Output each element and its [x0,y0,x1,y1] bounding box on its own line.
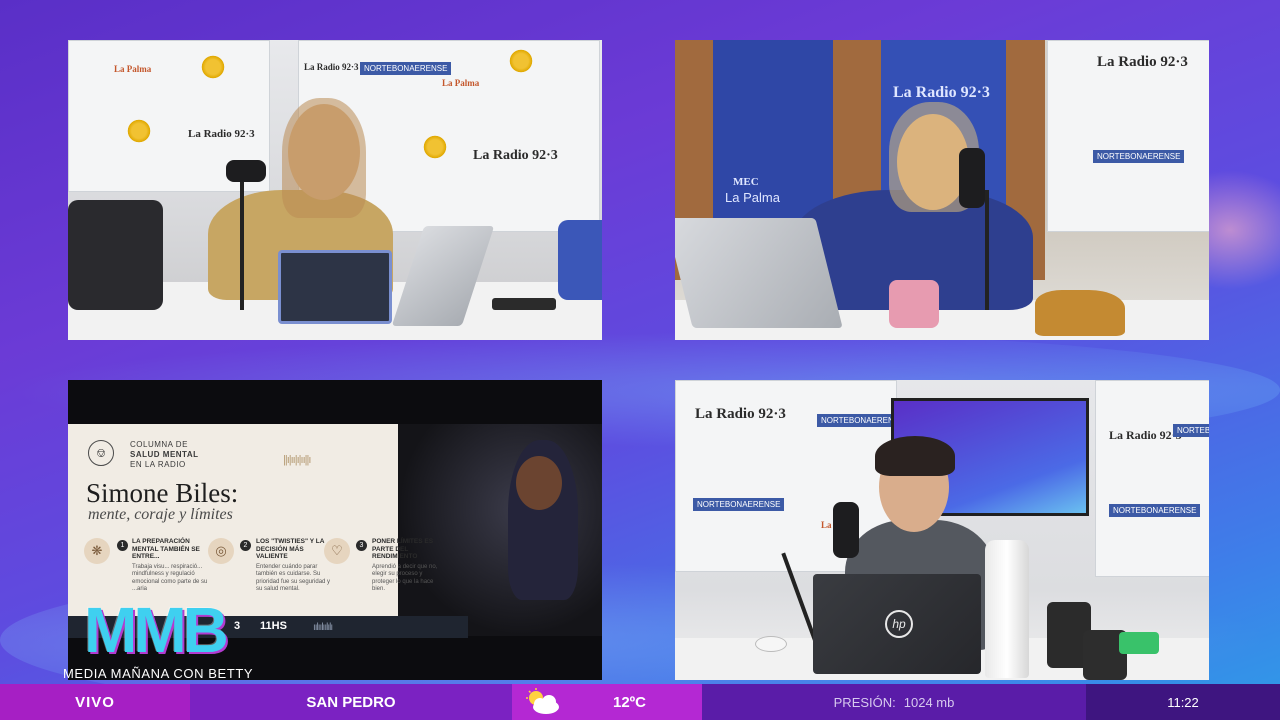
temperature-value: 12ºC [613,693,646,711]
point-number: 3 [356,540,367,551]
live-indicator: VIVO [0,684,190,720]
tv-sun-logo [422,134,448,160]
point-text: PONER LÍMITES ES PARTE DEL RENDIMIENTO A… [372,538,438,592]
microphone-icon: ⎊ [88,440,114,466]
camera-feed-bottom-right: La Radio 92·3 NORTEBONAERENSE NORTEBONAE… [675,380,1209,680]
show-time: 11HS [260,620,287,632]
tv-sun-logo [200,54,226,80]
show-logo: MMB [84,594,229,666]
slide-subtitle: mente, coraje y límites [88,506,233,523]
water-bottle [985,540,1029,678]
radio-logo: La Radio 92·3 [695,406,786,422]
microphone [226,160,266,182]
point-number: 2 [240,540,251,551]
clock: 11:22 [1086,684,1280,720]
weather-box: 12ºC [512,684,702,720]
mec-logo: MEC [733,176,759,188]
show-name: MEDIA MAÑANA CON BETTY [63,666,254,681]
mec-logo: La Palma [114,64,152,74]
radio-logo: La Radio 92·3 [304,62,359,72]
radio-logo: La Radio 92·3 [1109,428,1182,442]
column-label: COLUMNA DE SALUD MENTAL EN LA RADIO [130,440,199,469]
tv-sun-logo [508,48,534,74]
microphone [833,502,859,558]
laptop: hp [813,574,981,674]
norte-logo: NORTEBONAERENSE [693,498,785,511]
radio-logo: La Radio 92·3 [188,128,255,140]
green-container [1119,632,1159,654]
hair [875,436,955,476]
backdrop-banner [1095,380,1209,577]
pressure-value: 1024 mb [903,694,955,710]
city-label: SAN PEDRO [190,684,512,720]
bananas [1035,290,1125,336]
camera-feed-top-left: La Radio 92·3 La Radio 92·3 La Radio 92·… [68,40,602,340]
hp-logo: hp [885,610,913,638]
camera-feed-top-right: MEC La Palma La Radio 92·3 La Radio 92·3… [675,40,1209,340]
phone [492,298,556,310]
mec-logo: La Palma [442,78,480,88]
radio-logo: La Radio 92·3 [1097,54,1188,70]
hair [282,98,366,218]
mouse [755,636,787,652]
pink-mug [889,280,939,328]
slide-title: Simone Biles: [86,478,239,508]
brain-icon: ❋ [84,538,110,564]
info-ticker: VIVO SAN PEDRO 12ºC PRESIÓN: 1024 mb 11:… [0,684,1280,720]
norte-logo: NORTEBONAERENSE [1093,150,1185,163]
point-text: LOS "TWISTIES" Y LA DECISIÓN MÁS VALIENT… [256,538,331,592]
laptop [675,218,843,328]
footer-number: 3 [234,620,241,632]
point-number: 1 [117,540,128,551]
microphone [959,148,985,208]
bag [68,200,163,310]
point-text: LA PREPARACIÓN MENTAL TAMBIÉN SE ENTRE..… [132,538,208,592]
radio-logo: La Radio 92·3 [473,148,558,163]
norte-logo: NORTEBONAERENSE [1173,424,1209,437]
tv-sun-logo [126,118,152,144]
mec-logo: La Palma [725,190,780,205]
equalizer-decoration: ıılıılıılılı [313,622,333,633]
norte-logo: NORTEBONAERENSE [1109,504,1201,517]
pressure-label: PRESIÓN: [833,694,896,710]
norte-logo: NORTEBONAERENSE [360,62,452,75]
audio-wave-decoration: ||ı|ıı|ı|ıı||ı [283,454,311,466]
radio-logo: La Radio 92·3 [893,84,990,101]
mic-stand [240,180,244,310]
athlete-head [516,456,562,510]
partly-cloudy-icon [526,688,559,714]
pressure-box: PRESIÓN: 1024 mb [702,684,1086,720]
mic-stand [985,190,989,310]
target-icon: ◎ [208,538,234,564]
heart-icon: ♡ [324,538,350,564]
tablet [278,250,392,324]
guest-arm [558,220,602,300]
